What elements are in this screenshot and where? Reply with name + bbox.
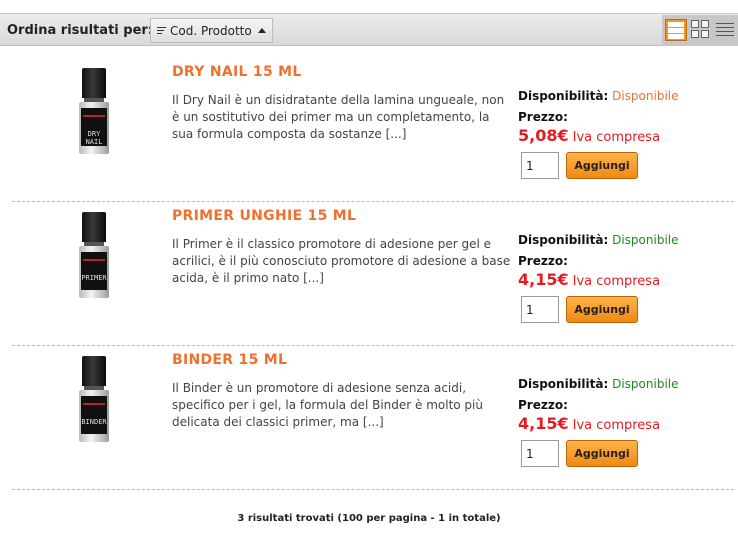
product-description: Il Binder è un promotore di adesione sen… <box>172 381 483 429</box>
product-item: PRIMER PRIMER UNGHIE 15 ML Il Primer è i… <box>0 208 738 352</box>
sort-lines-icon <box>157 26 166 35</box>
price-label: Prezzo: <box>518 398 568 412</box>
compact-list-icon[interactable] <box>714 19 736 41</box>
product-item: DRY NAIL DRY NAIL 15 ML Il Dry Nail è un… <box>0 64 738 208</box>
add-to-cart-button[interactable]: Aggiungi <box>566 296 638 323</box>
divider <box>12 345 734 346</box>
availability: Disponibilità: Disponibile <box>518 377 679 391</box>
product-image[interactable]: PRIMER <box>79 212 109 298</box>
divider <box>12 489 734 490</box>
product-description: Il Primer è il classico promotore di ade… <box>172 237 511 285</box>
add-to-cart-button[interactable]: Aggiungi <box>566 152 638 179</box>
divider <box>12 201 734 202</box>
grid-view-icon[interactable] <box>690 19 712 41</box>
price-label: Prezzo: <box>518 254 568 268</box>
product-item: BINDER BINDER 15 ML Il Binder è un promo… <box>0 352 738 496</box>
availability: Disponibilità: Disponibile <box>518 89 679 103</box>
availability: Disponibilità: Disponibile <box>518 233 679 247</box>
availability-status: Disponibile <box>612 377 679 391</box>
sort-label: Ordina risultati per: <box>7 23 154 38</box>
sort-value: Cod. Prodotto <box>170 23 252 38</box>
quantity-input[interactable] <box>521 440 559 467</box>
product-title[interactable]: BINDER 15 ML <box>172 352 287 368</box>
availability-status: Disponibile <box>612 233 679 247</box>
view-switcher <box>662 15 738 46</box>
price-label: Prezzo: <box>518 110 568 124</box>
quantity-input[interactable] <box>521 296 559 323</box>
sort-toolbar: Ordina risultati per: Cod. Prodotto <box>0 13 738 46</box>
quantity-input[interactable] <box>521 152 559 179</box>
price: 5,08€ Iva compresa <box>518 126 661 145</box>
availability-status: Disponibile <box>612 89 679 103</box>
product-title[interactable]: DRY NAIL 15 ML <box>172 64 302 80</box>
price: 4,15€ Iva compresa <box>518 414 661 433</box>
price: 4,15€ Iva compresa <box>518 270 661 289</box>
product-description: Il Dry Nail è un disidratante della lami… <box>172 93 505 141</box>
results-summary: 3 risultati trovati (100 per pagina - 1 … <box>237 513 501 524</box>
sort-select-button[interactable]: Cod. Prodotto <box>150 18 273 43</box>
add-to-cart-button[interactable]: Aggiungi <box>566 440 638 467</box>
product-image[interactable]: BINDER <box>79 356 109 442</box>
product-title[interactable]: PRIMER UNGHIE 15 ML <box>172 208 356 224</box>
caret-up-icon <box>257 28 266 33</box>
list-view-icon[interactable] <box>665 19 687 41</box>
product-image[interactable]: DRY NAIL <box>79 68 109 154</box>
